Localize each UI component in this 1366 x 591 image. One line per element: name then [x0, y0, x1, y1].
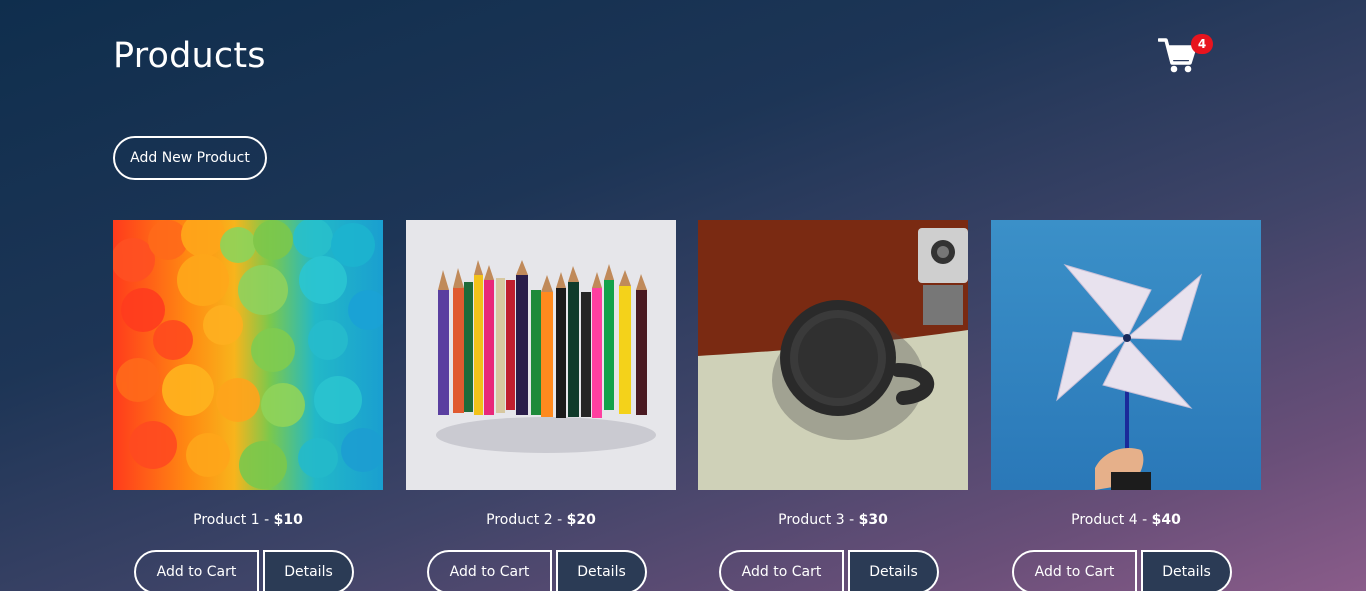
colored-pencils-image — [406, 220, 676, 490]
product-price: $20 — [566, 512, 596, 528]
caption-separator: - — [1137, 512, 1152, 528]
add-new-product-button[interactable]: Add New Product — [113, 136, 267, 180]
product-actions: Add to Cart Details — [427, 550, 667, 591]
caption-separator: - — [844, 512, 859, 528]
caption-separator: - — [259, 512, 274, 528]
product-caption: Product 4 - $40 — [991, 510, 1261, 530]
product-grid: Product 1 - $10 Add to Cart Details Prod… — [113, 220, 1263, 591]
product-price: $40 — [1151, 512, 1181, 528]
product-card: Product 1 - $10 Add to Cart Details — [113, 220, 383, 591]
product-caption: Product 1 - $10 — [113, 510, 383, 530]
details-button[interactable]: Details — [556, 550, 647, 591]
product-price: $30 — [858, 512, 888, 528]
colorful-balls-image — [113, 220, 383, 490]
product-name: Product 3 — [778, 512, 845, 528]
details-button[interactable]: Details — [263, 550, 354, 591]
caption-separator: - — [552, 512, 567, 528]
product-image[interactable] — [406, 220, 676, 490]
details-button[interactable]: Details — [848, 550, 939, 591]
product-image[interactable] — [113, 220, 383, 490]
add-to-cart-button[interactable]: Add to Cart — [719, 550, 844, 591]
add-to-cart-button[interactable]: Add to Cart — [1012, 550, 1137, 591]
products-page: Products 4 Add New Product Product 1 - $… — [0, 0, 1366, 591]
product-name: Product 4 — [1071, 512, 1138, 528]
product-price: $10 — [273, 512, 303, 528]
black-mug-image — [698, 220, 968, 490]
cart-count-badge: 4 — [1191, 34, 1213, 54]
product-caption: Product 3 - $30 — [698, 510, 968, 530]
product-name: Product 1 — [193, 512, 260, 528]
pinwheel-image — [991, 220, 1261, 490]
product-caption: Product 2 - $20 — [406, 510, 676, 530]
product-name: Product 2 — [486, 512, 553, 528]
product-card: Product 3 - $30 Add to Cart Details — [698, 220, 968, 591]
product-card: Product 2 - $20 Add to Cart Details — [406, 220, 676, 591]
product-actions: Add to Cart Details — [719, 550, 959, 591]
add-to-cart-button[interactable]: Add to Cart — [134, 550, 259, 591]
product-actions: Add to Cart Details — [134, 550, 374, 591]
product-image[interactable] — [991, 220, 1261, 490]
product-actions: Add to Cart Details — [1012, 550, 1252, 591]
product-image[interactable] — [698, 220, 968, 490]
cart-button[interactable]: 4 — [1158, 34, 1218, 78]
product-card: Product 4 - $40 Add to Cart Details — [991, 220, 1261, 591]
page-title: Products — [113, 36, 266, 76]
details-button[interactable]: Details — [1141, 550, 1232, 591]
add-to-cart-button[interactable]: Add to Cart — [427, 550, 552, 591]
